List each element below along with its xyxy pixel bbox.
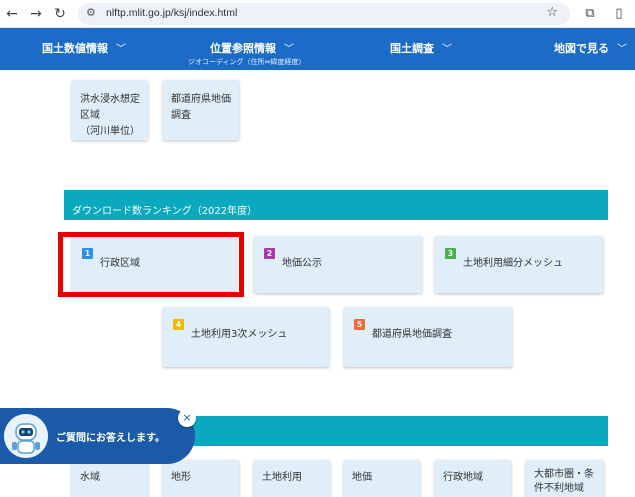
chevron-down-icon: ﹀ bbox=[442, 44, 452, 55]
ranking-item-4[interactable]: 4 土地利用3次メッシュ bbox=[163, 307, 329, 367]
chevron-down-icon: ﹀ bbox=[284, 44, 294, 55]
url-text: nlftp.mlit.go.jp/ksj/index.html bbox=[106, 7, 238, 19]
extensions-icon[interactable]: ⧉ bbox=[581, 5, 599, 23]
chevron-down-icon: ﹀ bbox=[617, 44, 627, 55]
category-card-land-price[interactable]: 地価 bbox=[344, 460, 420, 497]
chat-message: ご質問にお答えします。 bbox=[56, 433, 165, 444]
card-pref-land-price[interactable]: 都道府県地価 調査 bbox=[163, 80, 239, 140]
nav-kokudo-chosa[interactable]: 国土調査 ﹀ bbox=[390, 40, 452, 56]
ranking-item-3[interactable]: 3 土地利用細分メッシュ bbox=[435, 236, 603, 293]
ranking-item-5[interactable]: 5 都道府県地価調査 bbox=[344, 307, 512, 367]
address-bar[interactable]: ⚙ nlftp.mlit.go.jp/ksj/index.html ☆ bbox=[78, 3, 570, 25]
ranking-header: ダウンロード数ランキング（2022年度） bbox=[64, 190, 608, 220]
chat-widget[interactable]: ご質問にお答えします。 bbox=[0, 408, 195, 464]
browser-toolbar: ← → ↻ ⚙ nlftp.mlit.go.jp/ksj/index.html … bbox=[0, 0, 635, 28]
rank-badge: 2 bbox=[264, 248, 275, 259]
robot-avatar-icon bbox=[4, 414, 48, 458]
reload-icon[interactable]: ↻ bbox=[51, 5, 69, 23]
category-card-metro[interactable]: 大都市圏・条 件不利地域 bbox=[526, 460, 604, 497]
site-settings-icon[interactable]: ⚙ bbox=[86, 6, 96, 19]
rank-badge: 5 bbox=[354, 319, 365, 330]
rank-badge: 3 bbox=[445, 248, 456, 259]
side-panel-icon[interactable]: ▯ bbox=[610, 5, 628, 23]
card-flood-area[interactable]: 洪水浸水想定 区域 （河川単位） bbox=[72, 80, 148, 140]
chevron-down-icon: ﹀ bbox=[116, 44, 126, 55]
nav-ichi-sansho-sub: ジオコーディング（住所⇔緯度経度） bbox=[188, 58, 306, 66]
ranking-item-2[interactable]: 2 地価公示 bbox=[254, 236, 422, 293]
site-nav: 国土数値情報 ﹀ 位置参照情報 ﹀ ジオコーディング（住所⇔緯度経度） 国土調査 ﹀ … bbox=[0, 28, 635, 70]
bookmark-star-icon[interactable]: ☆ bbox=[546, 5, 558, 20]
rank-badge: 4 bbox=[173, 319, 184, 330]
category-card-water[interactable]: 水域 bbox=[72, 460, 148, 497]
category-card-land-use[interactable]: 土地利用 bbox=[254, 460, 330, 497]
category-card-terrain[interactable]: 地形 bbox=[163, 460, 239, 497]
nav-kokudo-suchi[interactable]: 国土数値情報 ﹀ bbox=[42, 40, 126, 56]
highlight-box bbox=[58, 232, 244, 297]
back-icon[interactable]: ← bbox=[3, 5, 21, 23]
category-card-admin[interactable]: 行政地域 bbox=[435, 460, 511, 497]
close-icon[interactable]: × bbox=[178, 409, 196, 427]
forward-icon[interactable]: → bbox=[27, 5, 45, 23]
nav-chizu[interactable]: 地図で見る ﹀ bbox=[554, 40, 627, 56]
nav-ichi-sansho[interactable]: 位置参照情報 ﹀ bbox=[210, 40, 294, 56]
